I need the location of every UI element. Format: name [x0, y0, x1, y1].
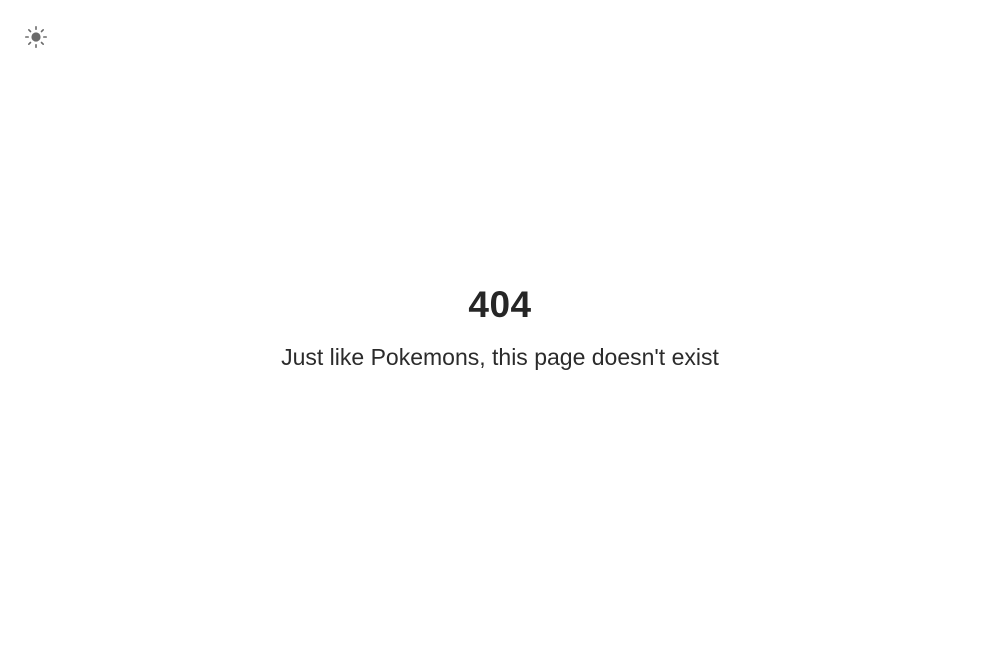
- error-content: 404 Just like Pokemons, this page doesn'…: [0, 282, 1000, 372]
- error-code: 404: [468, 284, 532, 325]
- not-found-page: 404 Just like Pokemons, this page doesn'…: [0, 0, 1000, 660]
- theme-toggle-button[interactable]: [24, 25, 48, 49]
- sun-icon: [24, 25, 48, 49]
- error-message: Just like Pokemons, this page doesn't ex…: [281, 344, 719, 370]
